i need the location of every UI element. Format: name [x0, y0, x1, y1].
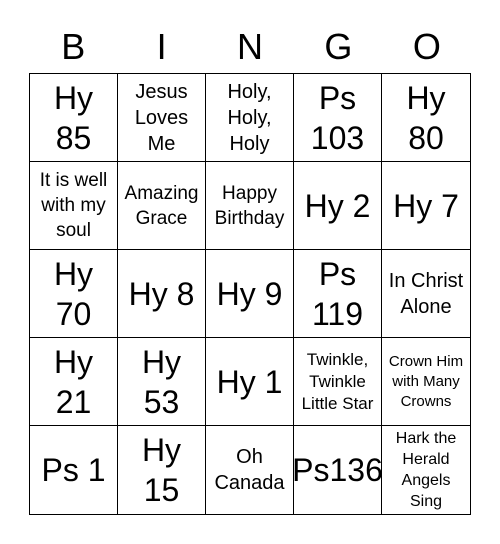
cell-text: Hy 85 — [53, 79, 94, 156]
cell-text: Hy 7 — [393, 187, 459, 224]
header-letter-o: O — [412, 26, 441, 67]
cell-text: Hy 70 — [53, 255, 94, 332]
bingo-grid: Hy 85 Jesus Loves Me Holy, Holy, Holy Ps 10… — [29, 73, 471, 515]
bingo-cell[interactable]: Ps 1 — [30, 426, 118, 514]
cell-text: Oh Canada — [214, 446, 285, 494]
cell-text: Happy Birthday — [214, 182, 285, 229]
cell-text: Hark the Herald Angels Sing — [395, 430, 457, 510]
cell-text: Hy 53 — [141, 343, 182, 420]
bingo-cell[interactable]: Ps 119 — [294, 250, 382, 338]
header-letter-i: I — [156, 26, 167, 67]
cell-text: Ps 1 — [41, 452, 106, 488]
cell-text: Hy 9 — [216, 275, 283, 312]
cell-text: In Christ Alone — [388, 269, 464, 318]
bingo-cell[interactable]: Hy 70 — [30, 250, 118, 338]
bingo-cell[interactable]: Holy, Holy, Holy — [206, 74, 294, 162]
cell-text: Holy, Holy, Holy — [227, 80, 272, 155]
bingo-cell[interactable]: Hark the Herald Angels Sing — [382, 426, 470, 514]
bingo-cell[interactable]: Amazing Grace — [118, 162, 206, 250]
bingo-cell[interactable]: Ps 103 — [294, 74, 382, 162]
bingo-cell[interactable]: Hy 8 — [118, 250, 206, 338]
bingo-cell[interactable]: Hy 2 — [294, 162, 382, 250]
bingo-cell[interactable]: Hy 7 — [382, 162, 470, 250]
cell-text: Jesus Loves Me — [134, 80, 189, 155]
bingo-cell[interactable]: Hy 21 — [30, 338, 118, 426]
cell-text: It is well with my soul — [39, 170, 108, 241]
bingo-cell[interactable]: Twinkle, Twinkle Little Star — [294, 338, 382, 426]
header-letter-b: B — [61, 26, 86, 67]
bingo-cell[interactable]: Crown Him with Many Crowns — [382, 338, 470, 426]
bingo-cell[interactable]: Oh Canada — [206, 426, 294, 514]
bingo-cell[interactable]: Hy 15 — [118, 426, 206, 514]
cell-text: Ps136 — [294, 452, 382, 488]
header-letter-n: N — [237, 26, 264, 67]
bingo-cell[interactable]: Hy 9 — [206, 250, 294, 338]
bingo-cell[interactable]: Hy 80 — [382, 74, 470, 162]
cell-text: Hy 80 — [406, 79, 446, 156]
bingo-cell[interactable]: Happy Birthday — [206, 162, 294, 250]
cell-text: Twinkle, Twinkle Little Star — [301, 349, 374, 413]
cell-text: Ps 103 — [310, 79, 365, 156]
cell-text: Ps 119 — [311, 255, 363, 332]
cell-text: Hy 8 — [128, 275, 195, 312]
cell-text: Hy 21 — [53, 343, 94, 420]
cell-text: Hy 15 — [141, 432, 182, 508]
bingo-cell[interactable]: Hy 53 — [118, 338, 206, 426]
bingo-cell[interactable]: Hy 85 — [30, 74, 118, 162]
bingo-cell[interactable]: Ps136 — [294, 426, 382, 514]
bingo-cell[interactable]: Hy 1 — [206, 338, 294, 426]
header-letter-g: G — [324, 26, 353, 67]
cell-text: Hy 1 — [216, 363, 283, 400]
bingo-header: B I N G O — [29, 22, 471, 72]
bingo-cell[interactable]: Jesus Loves Me — [118, 74, 206, 162]
cell-text: Amazing Grace — [124, 182, 199, 229]
cell-text: Crown Him with Many Crowns — [388, 352, 464, 410]
bingo-cell[interactable]: It is well with my soul — [30, 162, 118, 250]
bingo-cell[interactable]: In Christ Alone — [382, 250, 470, 338]
cell-text: Hy 2 — [304, 187, 371, 224]
